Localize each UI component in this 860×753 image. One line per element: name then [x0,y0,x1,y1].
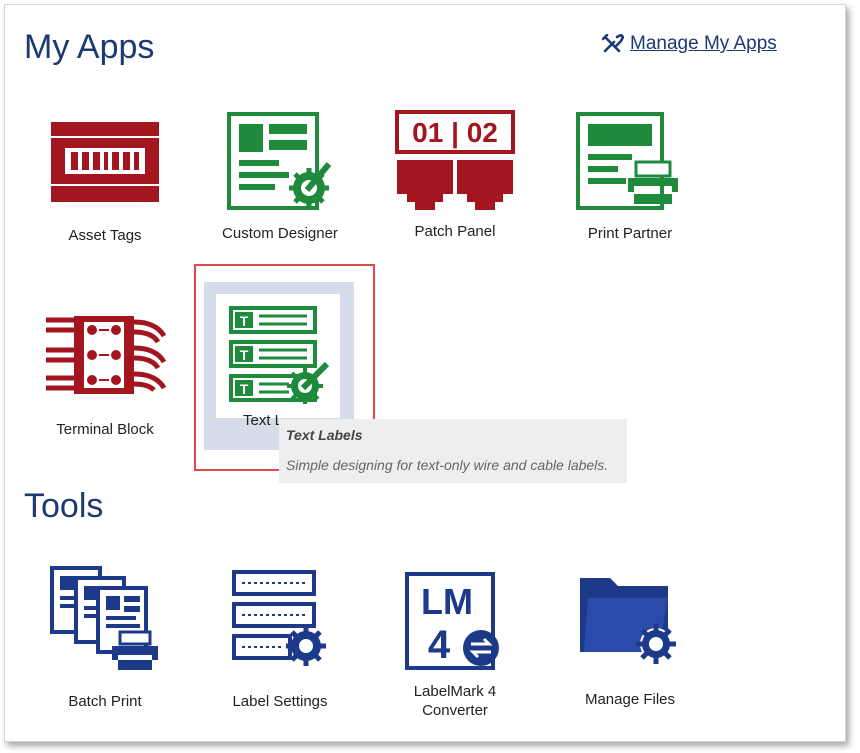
labelmark-converter-icon: LM 4 [405,572,499,670]
tool-label: Manage Files [584,691,676,708]
tooltip-description: Simple designing for text-only wire and … [286,457,609,473]
manage-my-apps-link[interactable]: Manage My Apps [602,33,777,55]
tool-batch-print[interactable]: Batch Print [30,566,180,712]
terminal-block-icon [46,316,166,394]
tool-manage-files[interactable]: Manage Files [555,574,705,710]
app-label: Asset Tags [68,227,142,244]
app-label: Terminal Block [56,421,154,438]
tools-heading: Tools [24,487,104,525]
tool-labelmark-converter[interactable]: LM 4 LabelMark 4 Converter [380,572,530,720]
tooltip: Text Labels Simple designing for text-on… [279,419,627,483]
tool-label-settings[interactable]: Label Settings [205,570,355,712]
app-label: Custom Designer [222,225,338,242]
app-print-partner[interactable]: Print Partner [555,112,705,244]
tool-label: Label Settings [232,693,328,710]
asset-tags-icon [51,122,159,202]
tool-label-line2: Converter [422,702,488,719]
tooltip-title: Text Labels [286,427,363,443]
tool-label: LabelMark 4 [413,683,497,700]
app-patch-panel[interactable]: 01 | 02 Patch Panel [380,110,530,242]
custom-designer-icon [227,112,332,210]
label-settings-icon [232,570,326,666]
batch-print-icon [50,566,158,670]
tool-label: Batch Print [68,693,142,710]
manage-my-apps-label: Manage My Apps [630,33,777,54]
app-label: Print Partner [587,225,673,242]
print-partner-icon [576,112,678,210]
patch-panel-icon: 01 | 02 [395,110,515,210]
patch-panel-text: 01 | 02 [412,117,498,148]
tools-icon [602,34,624,53]
manage-files-icon [580,578,676,664]
app-label: Patch Panel [414,223,496,240]
labelmark-text-lm: LM [421,581,473,622]
my-apps-heading: My Apps [24,28,155,66]
app-custom-designer[interactable]: Custom Designer [205,112,355,244]
app-asset-tags[interactable]: Asset Tags [30,122,180,246]
app-terminal-block[interactable]: Terminal Block [30,316,180,440]
labelmark-text-4: 4 [428,623,451,667]
